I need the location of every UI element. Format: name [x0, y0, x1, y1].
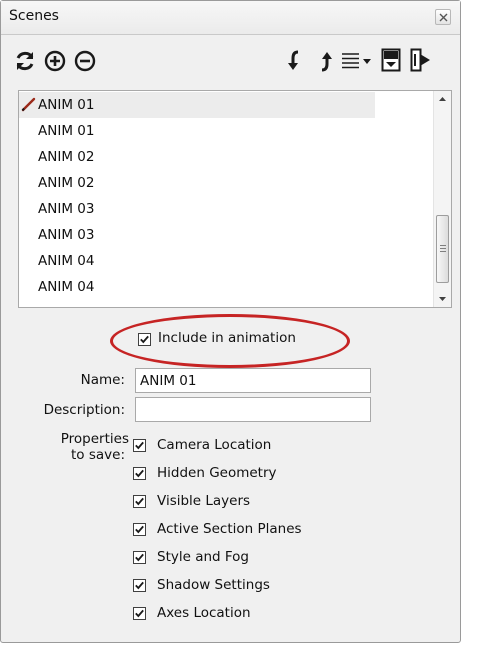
- show-details-icon[interactable]: [381, 48, 401, 72]
- toolbar: [1, 35, 460, 85]
- close-button[interactable]: [435, 9, 451, 25]
- grip-line: [440, 248, 446, 249]
- active-section-planes-checkbox[interactable]: [133, 523, 146, 536]
- scroll-up-button[interactable]: [434, 91, 451, 108]
- scene-list-item[interactable]: ANIM 04: [19, 274, 375, 300]
- refresh-icon[interactable]: [13, 49, 37, 73]
- name-label: Name:: [80, 372, 125, 388]
- checkmark-icon: [135, 553, 144, 562]
- camera-location-label[interactable]: Camera Location: [157, 437, 271, 453]
- properties-label: Properties: [60, 431, 129, 447]
- scene-list-item[interactable]: ANIM 03: [19, 196, 375, 222]
- scene-name: ANIM 04: [38, 279, 95, 295]
- highlight-annotation: [110, 314, 350, 368]
- visible-layers-label[interactable]: Visible Layers: [157, 493, 250, 509]
- visible-layers-checkbox[interactable]: [133, 495, 146, 508]
- shadow-settings-label[interactable]: Shadow Settings: [157, 577, 270, 593]
- scene-list-item[interactable]: ANIM 01: [19, 92, 375, 118]
- scene-list-item[interactable]: ANIM 02: [19, 170, 375, 196]
- scene-list-item[interactable]: ANIM 02: [19, 144, 375, 170]
- style-and-fog-checkbox[interactable]: [133, 551, 146, 564]
- scene-list-item[interactable]: ANIM 03: [19, 222, 375, 248]
- scroll-up-icon: [439, 97, 446, 101]
- panel-title: Scenes: [9, 8, 59, 24]
- scroll-down-icon: [439, 297, 446, 301]
- add-scene-icon[interactable]: [43, 49, 67, 73]
- scene-list-scrollbar[interactable]: [433, 91, 451, 307]
- scene-name: ANIM 03: [38, 227, 95, 243]
- checkmark-icon: [135, 469, 144, 478]
- view-options-icon[interactable]: [341, 51, 373, 71]
- remove-scene-icon[interactable]: [73, 49, 97, 73]
- axes-location-checkbox[interactable]: [133, 607, 146, 620]
- hidden-geometry-checkbox[interactable]: [133, 467, 146, 480]
- name-field[interactable]: [135, 368, 371, 393]
- scene-list-item[interactable]: ANIM 04: [19, 248, 375, 274]
- move-scene-down-icon[interactable]: [287, 50, 303, 72]
- shadow-settings-checkbox[interactable]: [133, 579, 146, 592]
- expand-icon[interactable]: [410, 48, 432, 72]
- close-icon: [439, 13, 448, 22]
- move-scene-up-icon[interactable]: [317, 50, 333, 72]
- description-field[interactable]: [135, 397, 371, 422]
- scenes-panel: Scenes ANIM 01 ANIM 01 ANIM 02 ANIM 02 A…: [0, 0, 461, 643]
- camera-location-checkbox[interactable]: [133, 439, 146, 452]
- axes-location-label[interactable]: Axes Location: [157, 605, 251, 621]
- grip-line: [440, 245, 446, 246]
- scene-name: ANIM 01: [38, 97, 95, 113]
- grip-line: [440, 251, 446, 252]
- checkmark-icon: [135, 525, 144, 534]
- scene-name: ANIM 04: [38, 253, 95, 269]
- scene-name: ANIM 01: [38, 123, 95, 139]
- scroll-down-button[interactable]: [434, 290, 451, 307]
- title-bar[interactable]: Scenes: [1, 1, 460, 35]
- scene-name: ANIM 02: [38, 149, 95, 165]
- checkmark-icon: [135, 581, 144, 590]
- style-and-fog-label[interactable]: Style and Fog: [157, 549, 249, 565]
- checkmark-icon: [135, 441, 144, 450]
- scene-list[interactable]: ANIM 01 ANIM 01 ANIM 02 ANIM 02 ANIM 03 …: [18, 90, 452, 308]
- scene-name: ANIM 02: [38, 175, 95, 191]
- pencil-icon: [21, 97, 36, 112]
- scene-list-item[interactable]: ANIM 01: [19, 118, 375, 144]
- scroll-thumb[interactable]: [436, 215, 449, 283]
- checkmark-icon: [135, 497, 144, 506]
- description-label: Description:: [43, 402, 125, 418]
- hidden-geometry-label[interactable]: Hidden Geometry: [157, 465, 277, 481]
- properties-label-line2: to save:: [71, 447, 125, 463]
- checkmark-icon: [135, 609, 144, 618]
- active-section-planes-label[interactable]: Active Section Planes: [157, 521, 302, 537]
- scene-name: ANIM 03: [38, 201, 95, 217]
